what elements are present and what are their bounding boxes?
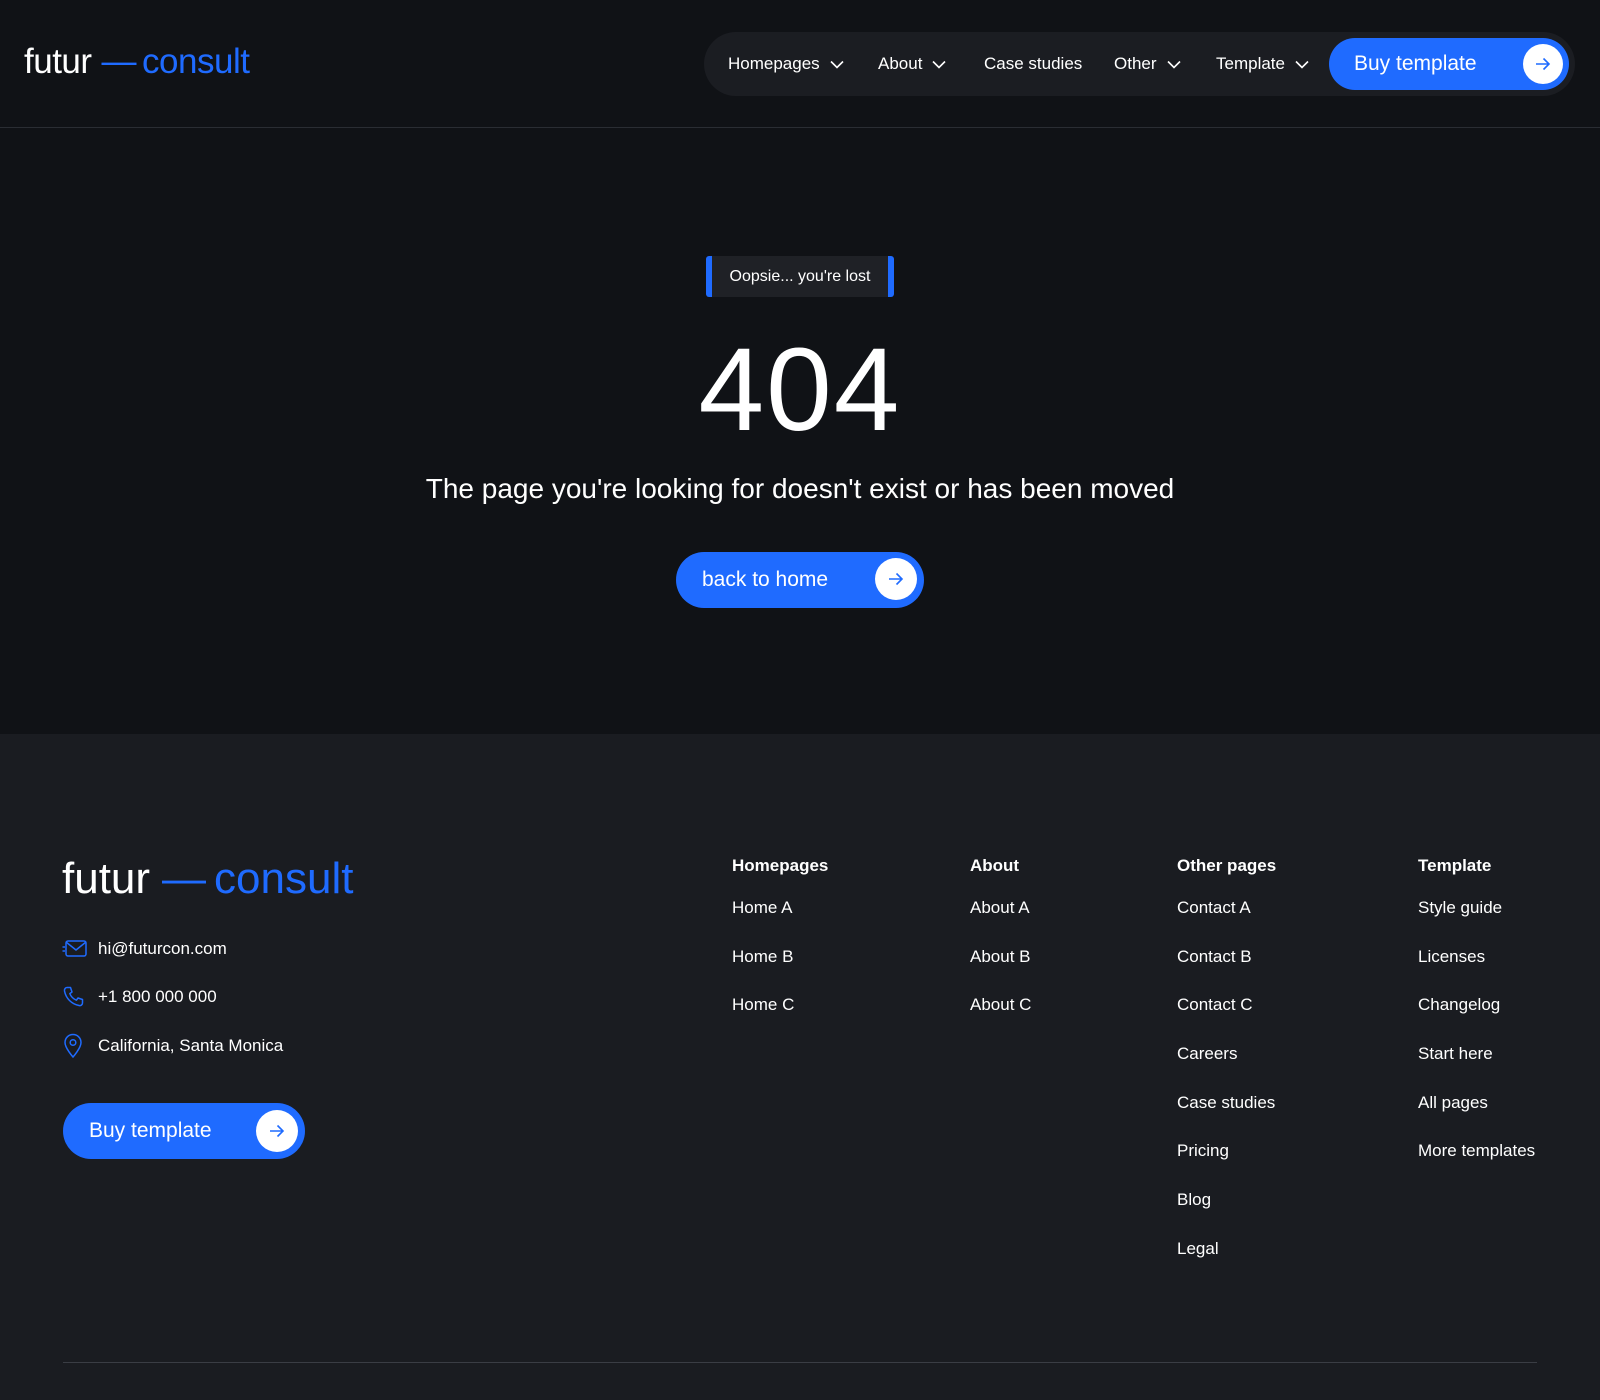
footer-link[interactable]: Legal	[1177, 1239, 1219, 1259]
main-nav: Homepages About Case studies Other Templ…	[704, 32, 1575, 96]
contact-phone-text: +1 800 000 000	[98, 987, 217, 1006]
footer-link[interactable]: Licenses	[1418, 947, 1485, 967]
footer-column-title: About	[970, 856, 1020, 875]
brand-logo[interactable]: futur — consult	[24, 42, 250, 82]
footer-link[interactable]: About A	[970, 898, 1030, 918]
contact-email-text: hi@futurcon.com	[98, 939, 227, 958]
logo-word-futur: futur	[24, 42, 92, 81]
footer-link[interactable]: About B	[970, 947, 1031, 967]
footer-link[interactable]: Case studies	[1177, 1093, 1275, 1113]
nav-item-label: Case studies	[984, 54, 1083, 73]
nav-item-label: About	[878, 54, 923, 73]
footer-column-title: Homepages	[732, 856, 829, 875]
nav-item-template[interactable]: Template	[1216, 32, 1309, 96]
footer-link[interactable]: Contact C	[1177, 995, 1253, 1015]
footer-link[interactable]: Pricing	[1177, 1141, 1229, 1161]
footer-link[interactable]: About C	[970, 995, 1031, 1015]
chevron-down-icon	[1295, 60, 1309, 69]
footer-link[interactable]: Style guide	[1418, 898, 1502, 918]
mail-icon	[62, 935, 90, 963]
contact-address: California, Santa Monica	[62, 1032, 283, 1060]
footer-link[interactable]: Home B	[732, 947, 793, 967]
chevron-down-icon	[830, 60, 844, 69]
footer-column-homepages: Homepages Home A Home B Home C	[732, 856, 829, 1014]
footer-divider	[63, 1362, 1537, 1363]
contact-address-text: California, Santa Monica	[98, 1036, 284, 1055]
nav-item-case-studies[interactable]: Case studies	[984, 32, 1082, 96]
logo-word-consult: consult	[214, 854, 354, 903]
footer-column-other-pages: Other pages Contact A Contact B Contact …	[1177, 856, 1277, 1258]
site-footer: futur — consult hi@futurcon.com +1 800 0…	[0, 734, 1600, 1400]
contact-email[interactable]: hi@futurcon.com	[62, 935, 227, 963]
nav-item-label: Template	[1216, 54, 1285, 73]
arrow-right-icon	[256, 1110, 298, 1152]
location-pin-icon	[62, 1032, 90, 1060]
footer-column-title: Template	[1418, 856, 1492, 875]
footer-link[interactable]: More templates	[1418, 1141, 1535, 1161]
logo-word-consult: consult	[142, 42, 250, 81]
chevron-down-icon	[932, 60, 947, 69]
footer-column-title: Other pages	[1177, 856, 1277, 875]
footer-link[interactable]: Blog	[1177, 1190, 1211, 1210]
footer-buy-template-button[interactable]: Buy template	[63, 1103, 305, 1159]
footer-link[interactable]: All pages	[1418, 1093, 1488, 1113]
footer-column-about: About About A About B About C	[970, 856, 1031, 1014]
arrow-right-icon	[1523, 44, 1563, 84]
buy-template-label: Buy template	[89, 1119, 212, 1142]
logo-dash: —	[101, 42, 137, 81]
footer-link[interactable]: Changelog	[1418, 995, 1500, 1015]
phone-icon	[62, 983, 90, 1011]
error-hero: Oopsie... you're lost 404 The page you'r…	[0, 129, 1600, 734]
back-to-home-label: back to home	[702, 568, 829, 591]
back-to-home-button[interactable]: back to home	[676, 552, 924, 608]
logo-dash: —	[162, 854, 207, 903]
error-message: The page you're looking for doesn't exis…	[425, 473, 1175, 504]
site-header: futur — consult Homepages About Case stu…	[0, 0, 1600, 128]
footer-link[interactable]: Start here	[1418, 1044, 1493, 1064]
contact-phone[interactable]: +1 800 000 000	[62, 983, 217, 1011]
footer-link[interactable]: Careers	[1177, 1044, 1237, 1064]
footer-column-template: Template Style guide Licenses Changelog …	[1418, 856, 1535, 1160]
nav-item-homepages[interactable]: Homepages	[728, 32, 844, 96]
footer-logo[interactable]: futur — consult	[62, 854, 353, 904]
footer-link[interactable]: Home C	[732, 995, 794, 1015]
footer-link[interactable]: Home A	[732, 898, 792, 918]
error-code: 404	[698, 324, 902, 456]
buy-template-label: Buy template	[1354, 52, 1477, 75]
buy-template-button[interactable]: Buy template	[1329, 38, 1569, 90]
nav-item-about[interactable]: About	[878, 32, 947, 96]
footer-link[interactable]: Contact A	[1177, 898, 1251, 918]
footer-link[interactable]: Contact B	[1177, 947, 1252, 967]
chevron-down-icon	[1166, 60, 1181, 69]
nav-item-other[interactable]: Other	[1114, 32, 1181, 96]
nav-item-label: Homepages	[728, 54, 820, 73]
status-badge: Oopsie... you're lost	[706, 256, 894, 297]
logo-word-futur: futur	[62, 854, 151, 903]
arrow-right-icon	[875, 558, 917, 600]
nav-item-label: Other	[1114, 54, 1157, 73]
